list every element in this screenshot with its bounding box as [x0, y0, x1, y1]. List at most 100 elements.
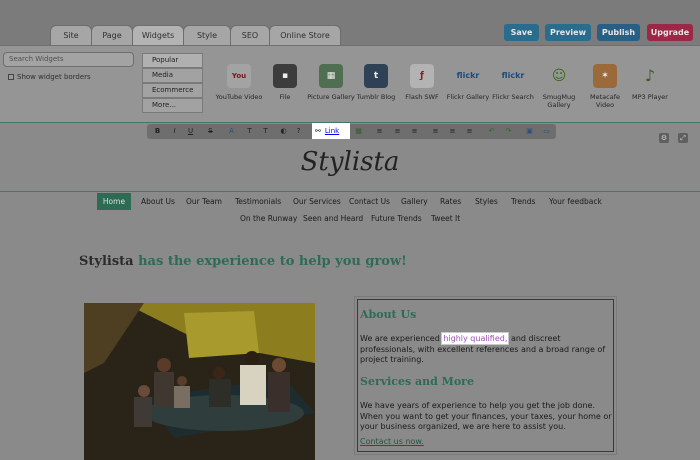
widget-file[interactable]: ▪ File	[261, 64, 309, 101]
save-button[interactable]: Save	[504, 24, 539, 41]
category-media[interactable]: Media	[142, 68, 203, 83]
category-ecommerce[interactable]: Ecommerce	[142, 83, 203, 98]
font-size-down-icon[interactable]: T	[261, 127, 270, 136]
nav-item-your-feedback[interactable]: Your feedback	[549, 197, 602, 206]
underline-icon[interactable]: U	[186, 127, 195, 136]
tab-page[interactable]: Page	[91, 25, 133, 45]
indent-icon[interactable]: ≡	[410, 127, 419, 136]
tab-site[interactable]: Site	[50, 25, 92, 45]
widget-picture-gallery[interactable]: ▦ Picture Gallery	[307, 64, 355, 101]
bold-icon[interactable]: B	[153, 127, 162, 136]
team-meeting-photo[interactable]	[84, 303, 315, 460]
photo-illustration	[84, 303, 315, 460]
help-icon[interactable]: ?	[294, 127, 303, 136]
publish-button[interactable]: Publish	[597, 24, 640, 41]
tumblr-icon: t	[364, 64, 388, 88]
widgets-panel: Search Widgets Show widget borders Popul…	[0, 45, 700, 122]
nav-item-gallery[interactable]: Gallery	[401, 197, 428, 206]
category-popular[interactable]: Popular	[142, 53, 203, 68]
services-heading: Services and More	[360, 375, 474, 388]
redo-icon[interactable]: ↷	[504, 127, 513, 136]
nav-item-our-team[interactable]: Our Team	[186, 197, 222, 206]
widget-tumblr-blog[interactable]: t Tumblr Blog	[352, 64, 400, 101]
widget-label: Tumblr Blog	[356, 93, 396, 101]
widget-mp3-player[interactable]: ♪ MP3 Player	[626, 64, 674, 101]
font-color-icon[interactable]: A	[227, 127, 236, 136]
html-source-icon[interactable]: ▭	[542, 127, 551, 136]
widget-metacafe-video[interactable]: ✶ Metacafe Video	[581, 64, 629, 109]
flickr-search-icon: flickr	[501, 71, 525, 80]
align-left-icon[interactable]: ≡	[431, 127, 440, 136]
nav-item-contact-us[interactable]: Contact Us	[349, 197, 390, 206]
smugmug-icon: ☺	[551, 68, 567, 84]
widget-flickr-gallery[interactable]: flickr Flickr Gallery	[444, 64, 492, 101]
link-button[interactable]: ⚯ Link	[312, 123, 350, 139]
link-label: Link	[324, 127, 340, 135]
divider	[0, 122, 700, 123]
youtube-icon: You	[227, 64, 251, 88]
background-color-icon[interactable]: ◐	[279, 127, 288, 136]
font-size-up-icon[interactable]: T	[245, 127, 254, 136]
divider	[0, 191, 700, 192]
insert-image-icon[interactable]: ▣	[525, 127, 534, 136]
nav-item-tweet-it[interactable]: Tweet It	[431, 214, 460, 223]
headline-brand: Stylista	[79, 254, 134, 269]
nav-item-styles[interactable]: Styles	[475, 197, 498, 206]
tab-seo[interactable]: SEO	[230, 25, 270, 45]
picture-gallery-icon: ▦	[319, 64, 343, 88]
nav-item-our-services[interactable]: Our Services	[293, 197, 341, 206]
tab-online-store[interactable]: Online Store	[269, 25, 341, 45]
nav-item-testimonials[interactable]: Testimonials	[235, 197, 281, 206]
nav-item-trends[interactable]: Trends	[511, 197, 535, 206]
about-paragraph: We are experienced highly qualified, and…	[360, 332, 612, 366]
insert-table-icon[interactable]: ▦	[354, 127, 363, 136]
align-center-icon[interactable]: ≡	[448, 127, 457, 136]
headline[interactable]: Stylista has the experience to help you …	[79, 254, 407, 269]
strikethrough-icon[interactable]: S	[206, 127, 215, 136]
metacafe-icon: ✶	[593, 64, 617, 88]
formatting-toolbar: B I U S A T T ◐ ? ▦ ≡ ≡ ≡ ≡ ≡ ≡ ↶ ↷ ▣ ▭	[147, 124, 556, 139]
widget-flash-swf[interactable]: ƒ Flash SWF	[398, 64, 446, 101]
flickr-icon: flickr	[456, 71, 480, 80]
nav-item-home[interactable]: Home	[97, 193, 131, 210]
about-heading: About Us	[360, 308, 417, 321]
nav-item-future-trends[interactable]: Future Trends	[371, 214, 422, 223]
show-borders-label: Show widget borders	[17, 73, 91, 81]
about-text-box[interactable]: About Us We are experienced highly quali…	[354, 296, 617, 455]
widget-label: Metacafe Video	[590, 93, 620, 109]
numbered-list-icon[interactable]: ≡	[375, 127, 384, 136]
checkbox-icon[interactable]	[8, 74, 14, 80]
preview-button[interactable]: Preview	[545, 24, 591, 41]
search-widgets-input[interactable]: Search Widgets	[3, 52, 134, 67]
align-right-icon[interactable]: ≡	[465, 127, 474, 136]
upgrade-button[interactable]: Upgrade	[647, 24, 693, 41]
widget-label: Flickr Search	[492, 93, 534, 101]
widget-label: File	[279, 93, 291, 101]
widget-flickr-search[interactable]: flickr Flickr Search	[489, 64, 537, 101]
expand-icon[interactable]: ⤢	[678, 133, 688, 143]
widget-label: YouTube Video	[215, 93, 263, 101]
headline-text: has the experience to help you grow!	[138, 254, 407, 269]
widget-smugmug-gallery[interactable]: ☺ SmugMug Gallery	[535, 64, 583, 109]
show-widget-borders-checkbox[interactable]: Show widget borders	[8, 73, 91, 81]
link-icon: ⚯	[315, 127, 321, 135]
category-more[interactable]: More...	[142, 98, 203, 113]
contact-us-link[interactable]: Contact us now.	[360, 437, 424, 446]
undo-icon[interactable]: ↶	[487, 127, 496, 136]
nav-item-rates[interactable]: Rates	[440, 197, 461, 206]
bullet-list-icon[interactable]: ≡	[393, 127, 402, 136]
about-text-start: We are experienced	[360, 334, 440, 343]
site-title[interactable]: Stylista	[0, 147, 700, 177]
top-tab-bar: Site Page Widgets Style SEO Online Store…	[0, 0, 700, 45]
tab-widgets[interactable]: Widgets	[132, 25, 184, 45]
widget-label: SmugMug Gallery	[542, 93, 576, 109]
nav-item-on-the-runway[interactable]: On the Runway	[240, 214, 297, 223]
flash-icon: ƒ	[410, 64, 434, 88]
widget-youtube-video[interactable]: You YouTube Video	[215, 64, 263, 101]
nav-item-about-us[interactable]: About Us	[141, 197, 175, 206]
selected-text-highlight[interactable]: highly qualified,	[441, 332, 510, 345]
nav-item-seen-and-heard[interactable]: Seen and Heard	[303, 214, 363, 223]
tab-style[interactable]: Style	[183, 25, 231, 45]
italic-icon[interactable]: I	[170, 127, 179, 136]
settings-icon[interactable]: ⚙	[659, 133, 669, 143]
